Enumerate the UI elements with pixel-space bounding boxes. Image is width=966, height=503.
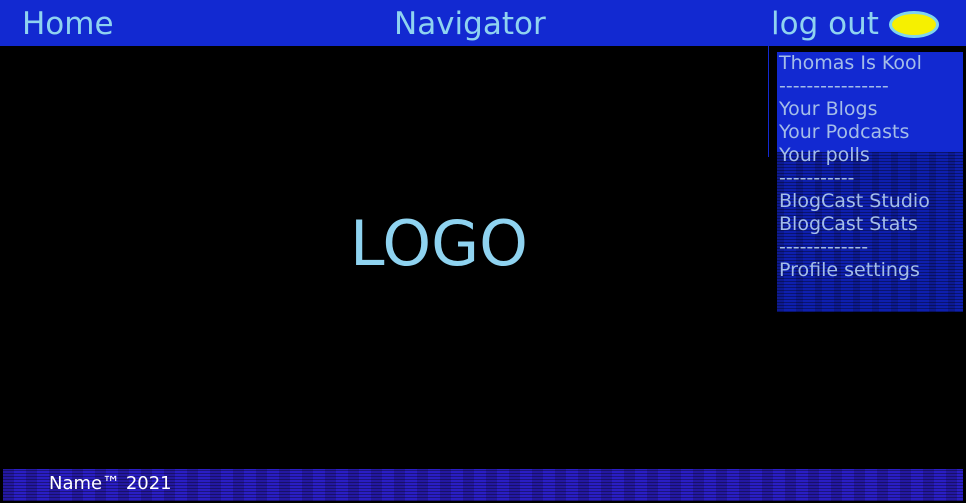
menu-item-your-blogs[interactable]: Your Blogs — [779, 98, 878, 121]
avatar[interactable] — [889, 11, 939, 38]
menu-item-profile-settings[interactable]: Profile settings — [779, 259, 920, 282]
menu-item-blogcast-stats[interactable]: BlogCast Stats — [779, 213, 918, 236]
top-nav-bar: Home Navigator log out — [0, 0, 966, 46]
page-title: Navigator — [394, 6, 546, 42]
logout-link[interactable]: log out — [771, 4, 879, 44]
menu-item-your-podcasts[interactable]: Your Podcasts — [779, 121, 909, 144]
menu-divider: ---------------- — [779, 75, 889, 97]
page: Home Navigator log out Thomas Is Kool --… — [0, 0, 966, 503]
footer-copyright: Name™ 2021 — [49, 473, 172, 494]
menu-divider: ------------- — [779, 236, 869, 258]
menu-item-your-polls[interactable]: Your polls — [779, 144, 870, 167]
menu-divider: ----------- — [779, 167, 855, 189]
footer: Name™ 2021 — [3, 469, 963, 501]
menu-item-blogcast-studio[interactable]: BlogCast Studio — [779, 190, 930, 213]
user-dropdown-menu: Thomas Is Kool ---------------- Your Blo… — [777, 52, 963, 312]
home-link[interactable]: Home — [22, 4, 114, 44]
dropdown-edge — [768, 46, 769, 157]
menu-username: Thomas Is Kool — [779, 52, 922, 74]
logo: LOGO — [350, 207, 528, 280]
